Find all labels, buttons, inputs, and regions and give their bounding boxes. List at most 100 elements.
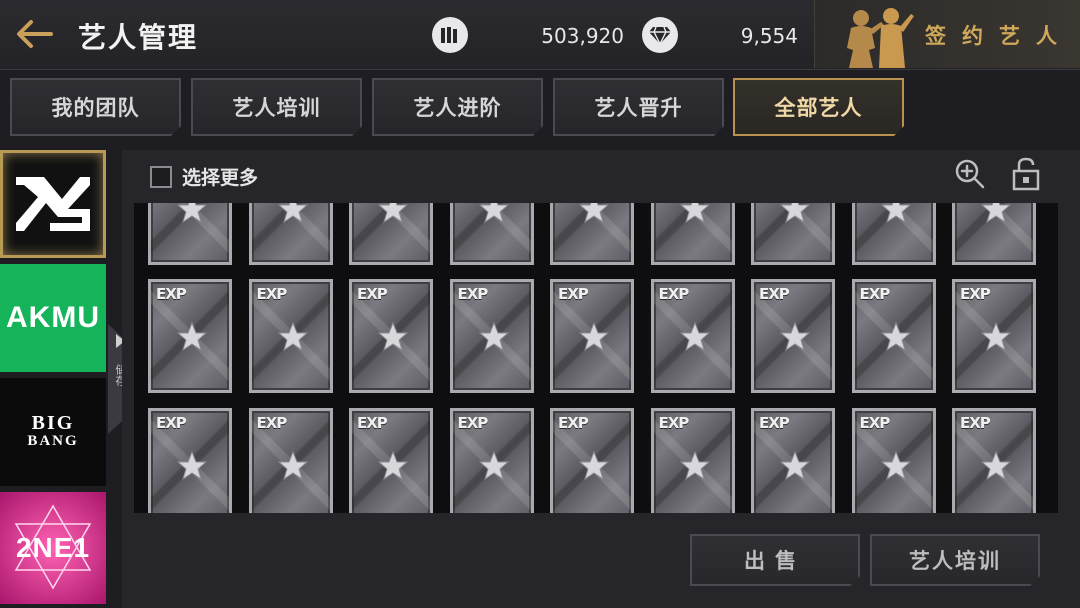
exp-card[interactable]: EXP [952,408,1036,513]
group-tile-akmu[interactable]: AKMU [0,264,106,372]
group-tile-bigbang[interactable]: BIG BANG [0,378,106,486]
exp-label: EXP [859,414,891,432]
exp-label: EXP [256,285,288,303]
star-icon [780,322,810,352]
star-icon [981,203,1011,224]
sign-artist-label: 签约艺人 [925,24,1073,48]
gem-value: 9,554 [740,24,798,48]
exp-card[interactable]: EXP [952,203,1036,265]
exp-card[interactable]: EXP [851,408,936,513]
gold-icon [432,17,468,53]
yg-logo-icon [16,177,90,231]
star-icon [378,322,408,352]
exp-card[interactable]: EXP [851,203,936,265]
unlock-icon [1012,157,1040,191]
sell-button[interactable]: 出售 [690,534,860,586]
exp-card[interactable]: EXP [248,203,333,265]
tab-all-artists[interactable]: 全部艺人 [733,78,904,136]
group-tile-yg[interactable] [0,150,106,258]
exp-card[interactable]: EXP [751,279,835,393]
exp-card[interactable]: EXP [349,279,433,393]
exp-label: EXP [960,414,991,432]
tab-artist-training[interactable]: 艺人培训 [191,78,362,136]
exp-label: EXP [558,414,589,432]
2ne1-logo: 2NE1 [15,532,91,563]
exp-card[interactable]: EXP [751,408,835,513]
exp-label: EXP [859,285,891,303]
star-icon [478,451,509,481]
select-more-checkbox[interactable] [150,165,172,188]
select-more-control[interactable]: 选择更多 [150,163,258,190]
lock-button[interactable] [1008,156,1044,192]
exp-card[interactable]: EXP [851,279,936,393]
star-icon [378,203,408,224]
exp-card[interactable]: EXP [650,408,735,513]
page-title: 艺人管理 [78,21,199,54]
exp-card[interactable]: EXP [550,279,634,393]
star-icon [277,203,308,224]
tab-my-team[interactable]: 我的团队 [10,78,181,136]
star-icon [478,322,509,352]
exp-card[interactable]: EXP [650,203,735,265]
exp-card[interactable]: EXP [248,279,333,393]
exp-label: EXP [960,285,991,303]
star-icon [579,451,609,481]
exp-label: EXP [759,285,790,303]
star-icon [579,203,609,224]
exp-card[interactable]: EXP [449,203,534,265]
exp-card[interactable]: EXP [148,279,232,393]
star-icon [880,322,911,352]
star-icon [679,203,710,224]
exp-label: EXP [156,285,187,303]
exp-card[interactable]: EXP [751,203,835,265]
exp-card[interactable]: EXP [349,203,433,265]
star-icon [679,322,710,352]
exp-label: EXP [357,285,388,303]
star-icon [378,451,408,481]
star-icon [981,322,1011,352]
arrow-left-icon [17,20,53,48]
singers-silhouette-icon [847,8,914,68]
exp-card[interactable]: EXP [349,408,433,513]
exp-card[interactable]: EXP [248,408,333,513]
artist-training-button[interactable]: 艺人培训 [870,534,1040,586]
exp-label: EXP [457,285,489,303]
exp-card[interactable]: EXP [550,408,634,513]
star-icon [981,451,1011,481]
exp-card[interactable]: EXP [952,279,1036,393]
select-more-label: 选择更多 [182,167,259,189]
exp-label: EXP [256,414,288,432]
bigbang-logo: BIG BANG [27,412,79,449]
exp-label: EXP [759,414,790,432]
exp-label: EXP [658,285,690,303]
exp-label: EXP [357,414,388,432]
exp-label: EXP [658,414,690,432]
tab-artist-promotion[interactable]: 艺人晋升 [553,78,724,136]
exp-card[interactable]: EXP [449,279,534,393]
group-sidebar: AKMU BIG BANG 2NE1 [0,150,108,608]
tab-artist-advance[interactable]: 艺人进阶 [372,78,543,136]
gold-value: 503,920 [541,24,624,48]
sign-artist-button[interactable]: 签约艺人 [814,0,1080,68]
exp-card[interactable]: EXP [148,203,232,265]
star-icon [679,451,710,481]
exp-card[interactable]: EXP [550,203,634,265]
top-bar: 艺人管理 503,920 9,554 签约艺人 [0,0,1080,70]
zoom-button[interactable] [952,156,988,192]
star-icon [579,322,609,352]
star-icon [880,203,911,224]
exp-label: EXP [156,414,187,432]
card-grid: EXP EXP EXP EXP EXP EXP EXP EXP EXP EXP EXP EXP EXP E… [134,203,1058,513]
exp-card[interactable]: EXP [148,408,232,513]
exp-card[interactable]: EXP [449,408,534,513]
diamond-icon [642,17,678,53]
back-button[interactable] [12,14,56,54]
star-icon [880,451,911,481]
group-tile-2ne1[interactable]: 2NE1 [0,492,106,604]
star-icon [177,203,207,224]
star-icon [780,203,810,224]
star-icon [177,322,207,352]
exp-card[interactable]: EXP [650,279,735,393]
exp-label: EXP [457,414,489,432]
star-icon [478,203,509,224]
